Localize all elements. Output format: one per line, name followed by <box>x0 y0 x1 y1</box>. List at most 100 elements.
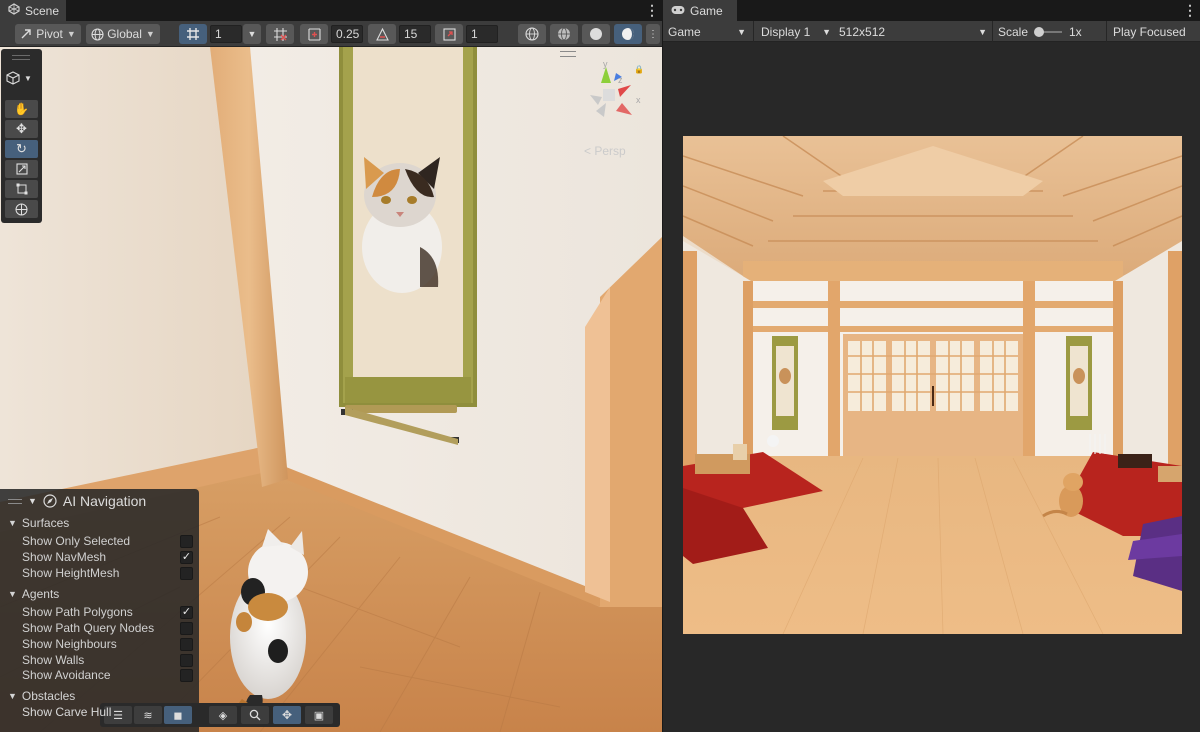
game-panel: Game ⋮ Game ▼ Display 1 ▼ 512x512 ▼ Scal… <box>663 0 1200 732</box>
unlit-shading-button[interactable] <box>582 24 610 44</box>
show-only-selected-label: Show Only Selected <box>22 534 131 548</box>
search-button[interactable] <box>241 706 269 724</box>
gamepad-icon <box>671 4 685 18</box>
more-shading-button[interactable]: ⋮ <box>646 24 660 44</box>
agents-section-label: Agents <box>21 587 60 601</box>
chevron-down-icon: ▼ <box>24 73 32 83</box>
show-path-polygons-label: Show Path Polygons <box>22 605 133 619</box>
scale-snap-icon <box>442 27 456 41</box>
obstacles-section-header[interactable]: ▼ Obstacles <box>8 689 75 703</box>
game-render <box>683 136 1182 634</box>
list-icon: ☰ <box>113 709 123 722</box>
hand-tool-button[interactable]: ✋ <box>5 100 38 118</box>
globe-icon <box>91 27 104 41</box>
overlay-drag-handle[interactable] <box>12 55 30 60</box>
scene-tab[interactable]: Scene <box>0 0 66 21</box>
lit-shading-button[interactable] <box>614 24 642 44</box>
rotate-snap-field[interactable]: 15 <box>399 25 431 43</box>
global-dropdown[interactable]: Global ▼ <box>86 24 160 44</box>
display-dropdown[interactable]: Display 1 ▼ <box>757 22 833 41</box>
chevron-down-icon: ▼ <box>978 26 987 37</box>
show-navmesh-checkbox[interactable]: ✓ <box>180 551 193 564</box>
checkmark-icon: ✓ <box>181 551 192 563</box>
move-snap-field[interactable]: 0.25 <box>331 25 363 43</box>
axis-x-label: x <box>636 95 641 105</box>
rect-tool-button[interactable] <box>5 180 38 198</box>
move-tool-button[interactable]: ✥ <box>5 120 38 138</box>
move-arrows-icon: ✥ <box>281 708 293 722</box>
overlay-drag-handle[interactable] <box>8 498 22 504</box>
game-more-icon[interactable]: ⋮ <box>1183 3 1197 17</box>
display-value: Display 1 <box>761 24 811 39</box>
scale-value: 1x <box>1069 24 1082 39</box>
orientation-gizmo[interactable]: 🔒 y x z < Persp <box>560 47 656 158</box>
surfaces-section-header[interactable]: ▼ Surfaces <box>8 516 69 530</box>
transform-icon <box>15 203 28 215</box>
show-only-selected-checkbox[interactable] <box>180 535 193 548</box>
show-neighbours-checkbox[interactable] <box>180 638 193 651</box>
scale-snap-field[interactable]: 1 <box>466 25 498 43</box>
agents-section-header[interactable]: ▼ Agents <box>8 587 59 601</box>
scale-snap-button[interactable] <box>435 24 463 44</box>
resolution-dropdown[interactable]: 512x512 ▼ <box>835 22 991 41</box>
move-snap-button[interactable] <box>300 24 328 44</box>
scene-viewport[interactable]: 🔒 y x z < Persp ▼ ✋ ✥ ↻ ▼ AI Navigation … <box>0 47 662 732</box>
rotate-icon: ↻ <box>16 141 27 156</box>
game-tab-label: Game <box>690 3 723 18</box>
collapse-arrow-icon[interactable]: ▼ <box>28 496 37 506</box>
game-mode-dropdown[interactable]: Game ▼ <box>664 22 750 41</box>
scene-more-icon[interactable]: ⋮ <box>645 3 659 17</box>
rotate-tool-button[interactable]: ↻ <box>5 140 38 158</box>
pivot-icon <box>21 29 31 39</box>
chevron-down-icon: ▼ <box>247 29 257 39</box>
cat-scroll <box>339 47 477 445</box>
navmesh-obstacle-button[interactable]: ▣ <box>305 706 333 724</box>
tools-overlay: ▼ ✋ ✥ ↻ <box>1 49 42 223</box>
square-icon: ◼ <box>173 709 183 722</box>
gizmo-drag-handle[interactable] <box>560 51 576 57</box>
overlay-tool-3-button[interactable]: ◼ <box>164 706 192 724</box>
show-navmesh-label: Show NavMesh <box>22 550 107 564</box>
hand-icon: ✋ <box>14 102 29 116</box>
show-walls-checkbox[interactable] <box>180 654 193 667</box>
pivot-label: Pivot <box>36 27 63 41</box>
show-path-polygons-checkbox[interactable]: ✓ <box>180 606 193 619</box>
scale-tool-button[interactable] <box>5 160 38 178</box>
tool-context-dropdown[interactable]: ▼ <box>6 71 32 85</box>
show-neighbours-label: Show Neighbours <box>22 637 117 651</box>
search-icon <box>249 709 261 721</box>
show-heightmesh-checkbox[interactable] <box>180 567 193 580</box>
play-focused-dropdown[interactable]: Play Focused <box>1109 22 1199 41</box>
layers-icon: ◈ <box>218 709 228 722</box>
scale-slider-thumb[interactable] <box>1034 27 1044 37</box>
grid-size-field[interactable]: 1 <box>210 25 242 43</box>
grid-snap-button[interactable] <box>266 24 294 44</box>
move-snap-icon <box>307 27 321 41</box>
wireframe-shading-button[interactable] <box>518 24 546 44</box>
navmesh-surface-button[interactable]: ◈ <box>209 706 237 724</box>
transform-tool-button[interactable] <box>5 200 38 218</box>
game-tab[interactable]: Game <box>663 0 737 21</box>
rotate-snap-button[interactable] <box>368 24 396 44</box>
game-viewport[interactable] <box>683 136 1182 634</box>
more-icon: ⋮ <box>648 28 658 40</box>
scene-tab-icon <box>8 3 20 18</box>
chevron-down-icon: ▼ <box>737 26 746 37</box>
overlay-tool-2-button[interactable]: ≋ <box>134 706 162 724</box>
scale-slider-track[interactable] <box>1034 27 1062 37</box>
ai-navigation-overlay: ▼ AI Navigation ▼ Surfaces Show Only Sel… <box>0 489 199 732</box>
projection-toggle[interactable]: < Persp <box>584 144 626 158</box>
grid-options-dropdown[interactable]: ▼ <box>243 24 261 44</box>
axis-z-label: z <box>618 75 623 85</box>
axis-gizmo-icon <box>590 67 632 117</box>
show-avoidance-checkbox[interactable] <box>180 669 193 682</box>
show-path-query-nodes-checkbox[interactable] <box>180 622 193 635</box>
wireframe-sphere-icon <box>525 27 539 41</box>
lit-sphere-icon <box>622 28 634 40</box>
rect-transform-icon <box>16 183 27 195</box>
navmesh-agent-button[interactable]: ✥ <box>273 706 301 724</box>
grid-toggle-button[interactable] <box>179 24 207 44</box>
ai-navigation-header[interactable]: ▼ AI Navigation <box>8 493 146 509</box>
pivot-dropdown[interactable]: Pivot ▼ <box>15 24 81 44</box>
shaded-wireframe-button[interactable] <box>550 24 578 44</box>
